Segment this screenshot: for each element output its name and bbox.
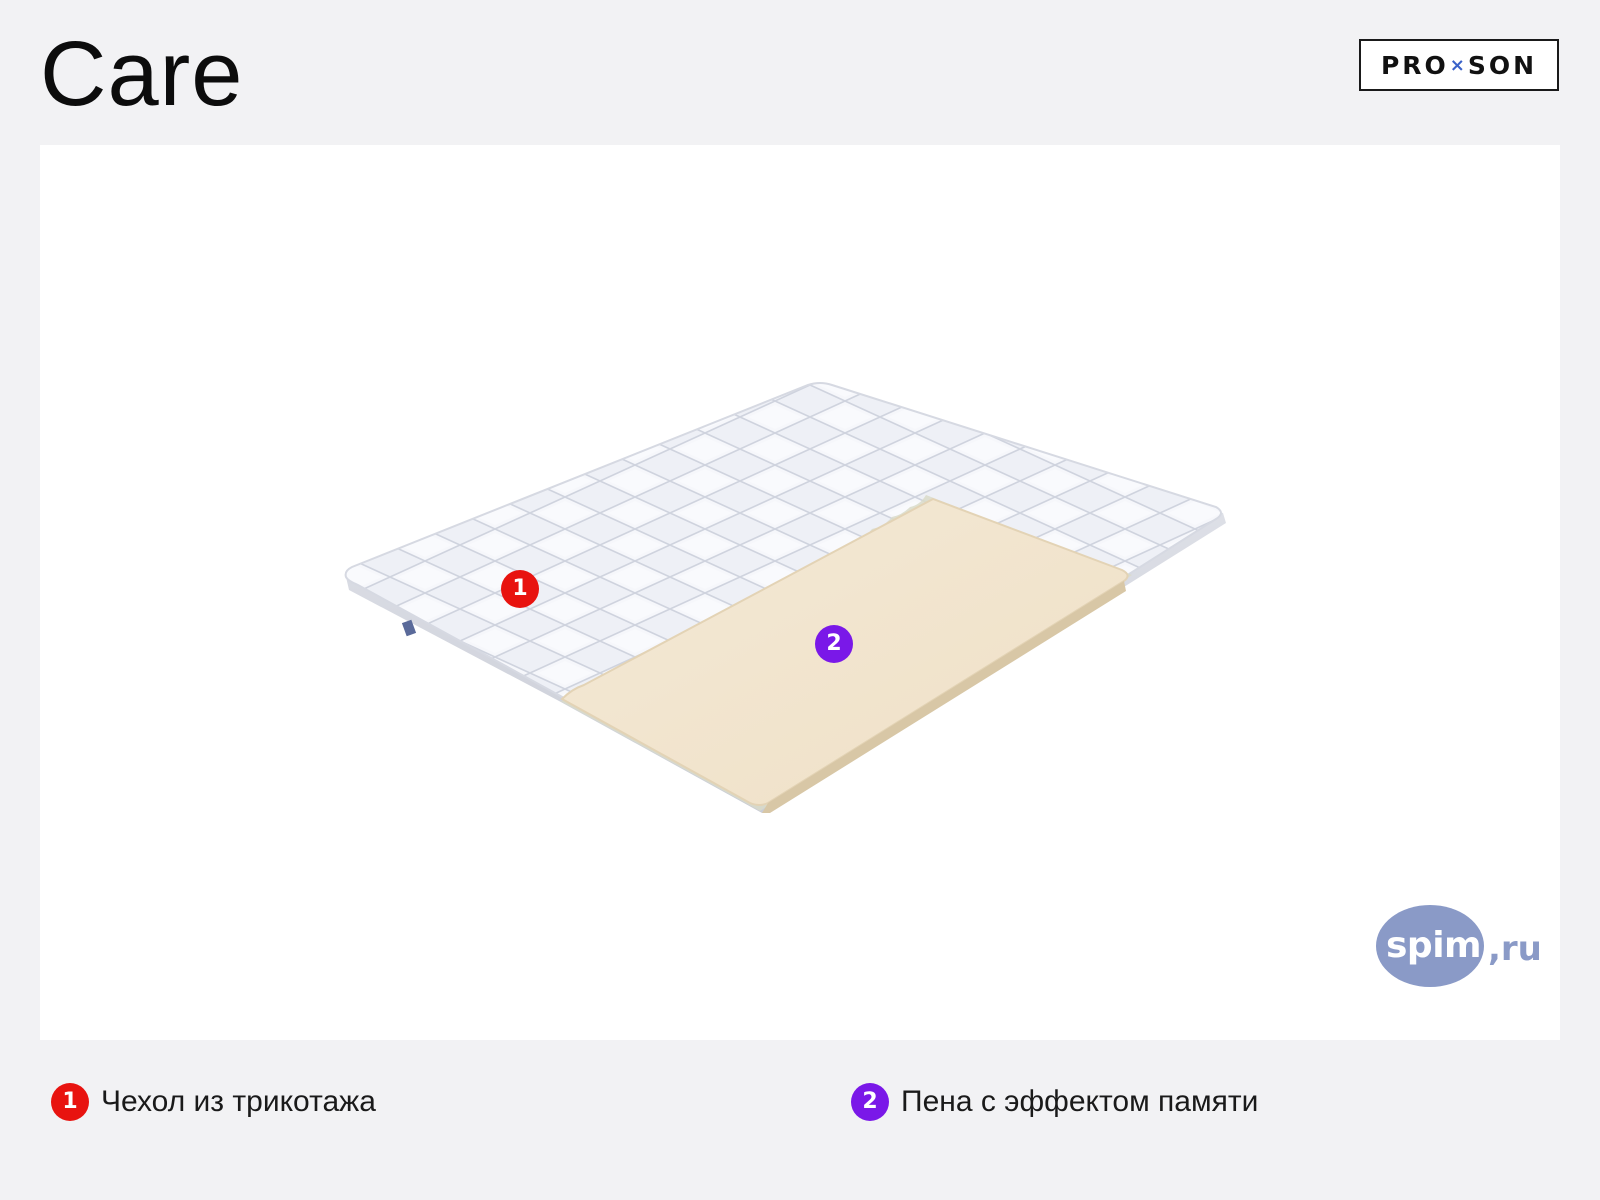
legend-marker-1: 1 xyxy=(51,1083,89,1121)
legend-label-cover: Чехол из трикотажа xyxy=(101,1085,376,1118)
cover-marker: 1 xyxy=(501,570,539,608)
legend-item-foam: 2 Пена с эффектом памяти xyxy=(851,1082,1258,1122)
mattress-topper-illustration xyxy=(344,382,1226,813)
legend-marker-1-number: 1 xyxy=(62,1089,78,1114)
legend-marker-2-number: 2 xyxy=(862,1089,878,1114)
spim-watermark: spim ,ru xyxy=(1376,903,1546,993)
legend-item-cover: 1 Чехол из трикотажа xyxy=(51,1082,376,1122)
legend-marker-2: 2 xyxy=(851,1083,889,1121)
cover-marker-number: 1 xyxy=(512,576,528,601)
foam-marker-number: 2 xyxy=(826,631,842,656)
brand-name-left: PRO xyxy=(1380,50,1449,80)
brand-separator: × xyxy=(1449,54,1465,76)
watermark-suffix: ,ru xyxy=(1488,929,1542,969)
brand-logo: PRO × SON xyxy=(1359,39,1559,91)
foam-marker: 2 xyxy=(815,625,853,663)
watermark-text: spim xyxy=(1386,925,1482,966)
product-image-panel: 1 2 spim ,ru xyxy=(40,145,1560,1040)
legend-label-foam: Пена с эффектом памяти xyxy=(901,1085,1259,1118)
page-title: Care xyxy=(40,23,244,125)
brand-name-right: SON xyxy=(1467,50,1538,80)
